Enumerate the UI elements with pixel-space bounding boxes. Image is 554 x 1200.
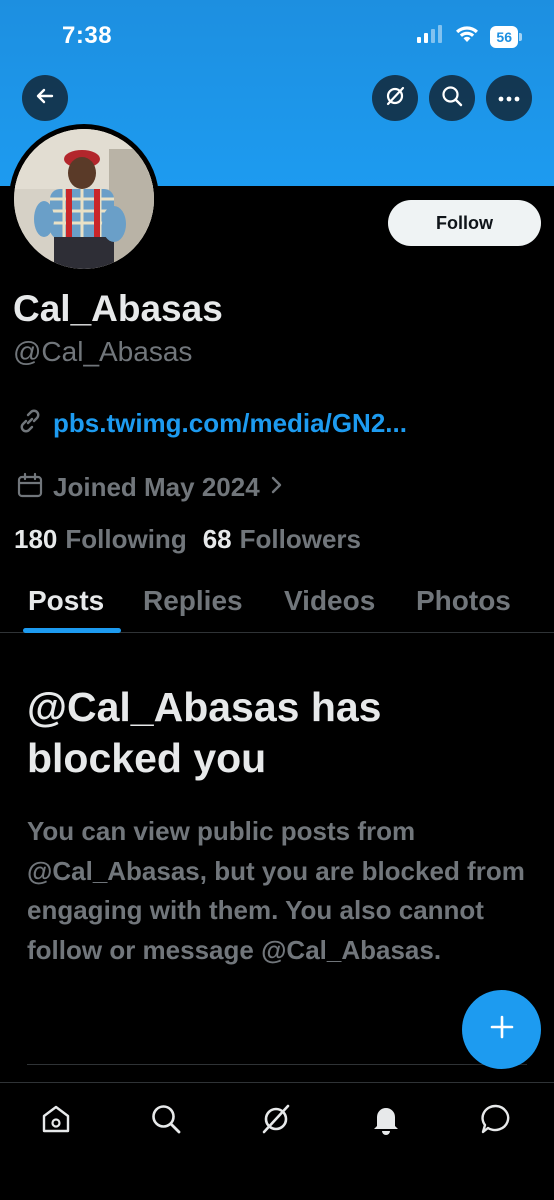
tab-photos[interactable]: Photos: [416, 585, 511, 617]
search-button[interactable]: [429, 75, 475, 121]
search-icon: [441, 85, 463, 112]
status-time: 7:38: [62, 22, 113, 49]
divider: [27, 1064, 527, 1065]
avatar[interactable]: [9, 124, 159, 274]
more-icon: [498, 89, 520, 107]
chevron-right-icon: [268, 474, 284, 501]
nav-notifications[interactable]: [366, 1101, 406, 1141]
calendar-icon: [15, 470, 45, 505]
grok-icon: [384, 85, 406, 112]
cellular-signal-icon: [416, 25, 444, 48]
nav-grok[interactable]: [256, 1101, 296, 1141]
tab-posts[interactable]: Posts: [28, 585, 104, 617]
nav-home[interactable]: [36, 1101, 76, 1141]
status-bar: 7:38 56: [0, 0, 554, 70]
compose-button[interactable]: [462, 990, 541, 1069]
follow-stats: 180 Following 68 Followers: [14, 524, 377, 555]
tab-videos[interactable]: Videos: [284, 585, 375, 617]
following-label[interactable]: Following: [65, 524, 186, 555]
bottom-nav: [0, 1082, 554, 1200]
link-icon: [15, 406, 45, 441]
following-count[interactable]: 180: [14, 524, 57, 555]
grok-button[interactable]: [372, 75, 418, 121]
follow-button[interactable]: Follow: [388, 200, 541, 246]
profile-link[interactable]: pbs.twimg.com/media/GN2...: [15, 406, 407, 441]
profile-tabs: Posts Replies Videos Photos: [0, 575, 554, 633]
joined-date[interactable]: Joined May 2024: [15, 470, 284, 505]
profile-link-text[interactable]: pbs.twimg.com/media/GN2...: [53, 408, 407, 439]
more-button[interactable]: [486, 75, 532, 121]
back-button[interactable]: [22, 75, 68, 121]
blocked-title: @Cal_Abasas has blocked you: [27, 684, 382, 781]
followers-label[interactable]: Followers: [240, 524, 361, 555]
plus-icon: [489, 1014, 515, 1045]
home-icon: [39, 1102, 73, 1141]
avatar-photo: [14, 129, 154, 269]
status-indicators: 56: [416, 24, 522, 49]
tab-replies[interactable]: Replies: [143, 585, 243, 617]
notifications-icon: [369, 1102, 403, 1141]
nav-search[interactable]: [146, 1101, 186, 1141]
followers-count[interactable]: 68: [203, 524, 232, 555]
joined-text: Joined May 2024: [53, 472, 260, 502]
nav-messages[interactable]: [476, 1101, 516, 1141]
active-tab-indicator: [23, 628, 121, 633]
search-icon: [149, 1102, 183, 1141]
battery-indicator: 56: [490, 25, 522, 48]
display-name: Cal_Abasas: [13, 288, 223, 329]
wifi-icon: [454, 24, 480, 49]
messages-icon: [479, 1102, 513, 1141]
user-handle: @Cal_Abasas: [13, 336, 193, 367]
blocked-message: You can view public posts from @Cal_Abas…: [27, 816, 525, 965]
back-arrow-icon: [35, 86, 55, 111]
grok-icon: [259, 1102, 293, 1141]
